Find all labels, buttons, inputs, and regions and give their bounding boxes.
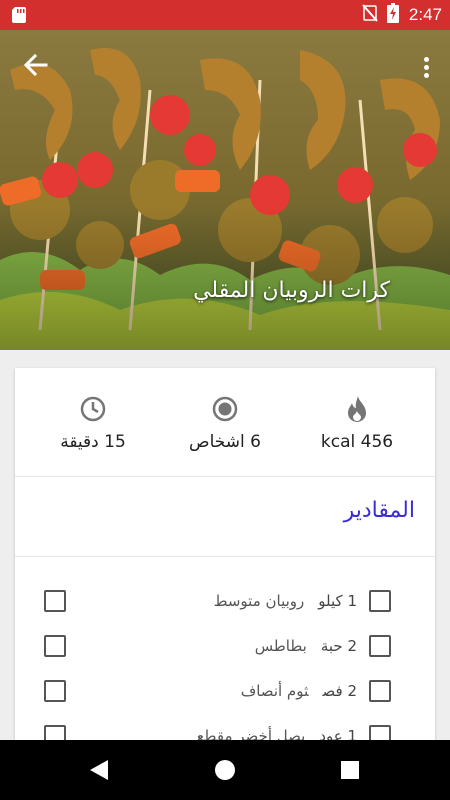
ingredient-row: 2 حبة بطاطس — [15, 631, 435, 661]
divider — [15, 476, 435, 477]
ingredient-row: 1 كيلو روبيان متوسط — [15, 586, 435, 616]
prep-time-value: 15 دقيقة — [60, 432, 126, 452]
ingredient-text: 2 فص ثوم أنصاف — [241, 682, 357, 700]
ingredient-checkbox[interactable] — [369, 680, 391, 702]
ingredient-checkbox[interactable] — [369, 590, 391, 612]
sd-card-icon — [12, 7, 26, 27]
status-time: 2:47 — [408, 5, 442, 24]
nav-back-icon[interactable] — [88, 758, 110, 786]
no-sim-icon — [361, 4, 379, 26]
ingredient-text: 2 حبة بطاطس — [255, 637, 357, 655]
ingredient-name: روبيان متوسط — [213, 592, 305, 610]
ingredients-heading: المقادير — [343, 498, 415, 523]
divider — [15, 556, 435, 557]
recipe-stats: 15 دقيقة 6 اشخاص 456 kcal — [15, 368, 435, 476]
servings-value: 6 اشخاص — [189, 432, 261, 452]
ingredient-row: 2 فص ثوم أنصاف — [15, 676, 435, 706]
radio-target-icon — [155, 394, 295, 424]
back-arrow-icon — [22, 52, 48, 82]
more-vert-icon — [423, 56, 429, 62]
back-button[interactable] — [18, 50, 52, 84]
nav-recents-icon[interactable] — [340, 758, 360, 786]
hero-image: كرات الروبيان المقلي — [0, 30, 450, 350]
flame-icon — [287, 394, 427, 424]
ingredient-shopping-checkbox[interactable] — [44, 635, 66, 657]
nav-home-icon[interactable] — [214, 758, 236, 786]
ingredient-shopping-checkbox[interactable] — [44, 680, 66, 702]
system-nav-bar — [0, 740, 450, 800]
servings-stat: 6 اشخاص — [155, 394, 295, 452]
calories-value: 456 kcal — [320, 432, 394, 452]
ingredient-qty: 2 حبة — [320, 637, 357, 655]
energy-stat: 456 kcal — [287, 394, 427, 452]
clock-icon — [23, 394, 163, 424]
ingredient-shopping-checkbox[interactable] — [44, 590, 66, 612]
ingredient-qty: 2 فص — [322, 682, 358, 700]
recipe-card: 15 دقيقة 6 اشخاص 456 kcal المقادير 1 كيل… — [15, 368, 435, 768]
status-bar: 2:47 — [0, 0, 450, 30]
ingredient-checkbox[interactable] — [369, 635, 391, 657]
more-options-button[interactable] — [416, 52, 436, 82]
calories-stat: 15 دقيقة — [23, 394, 163, 452]
battery-charging-icon — [386, 3, 399, 27]
ingredient-name: بطاطس — [254, 637, 307, 655]
ingredient-name: ثوم أنصاف — [240, 682, 309, 700]
ingredient-text: 1 كيلو روبيان متوسط — [214, 592, 357, 610]
ingredient-qty: 1 كيلو — [318, 592, 357, 610]
recipe-title: كرات الروبيان المقلي — [193, 278, 390, 303]
